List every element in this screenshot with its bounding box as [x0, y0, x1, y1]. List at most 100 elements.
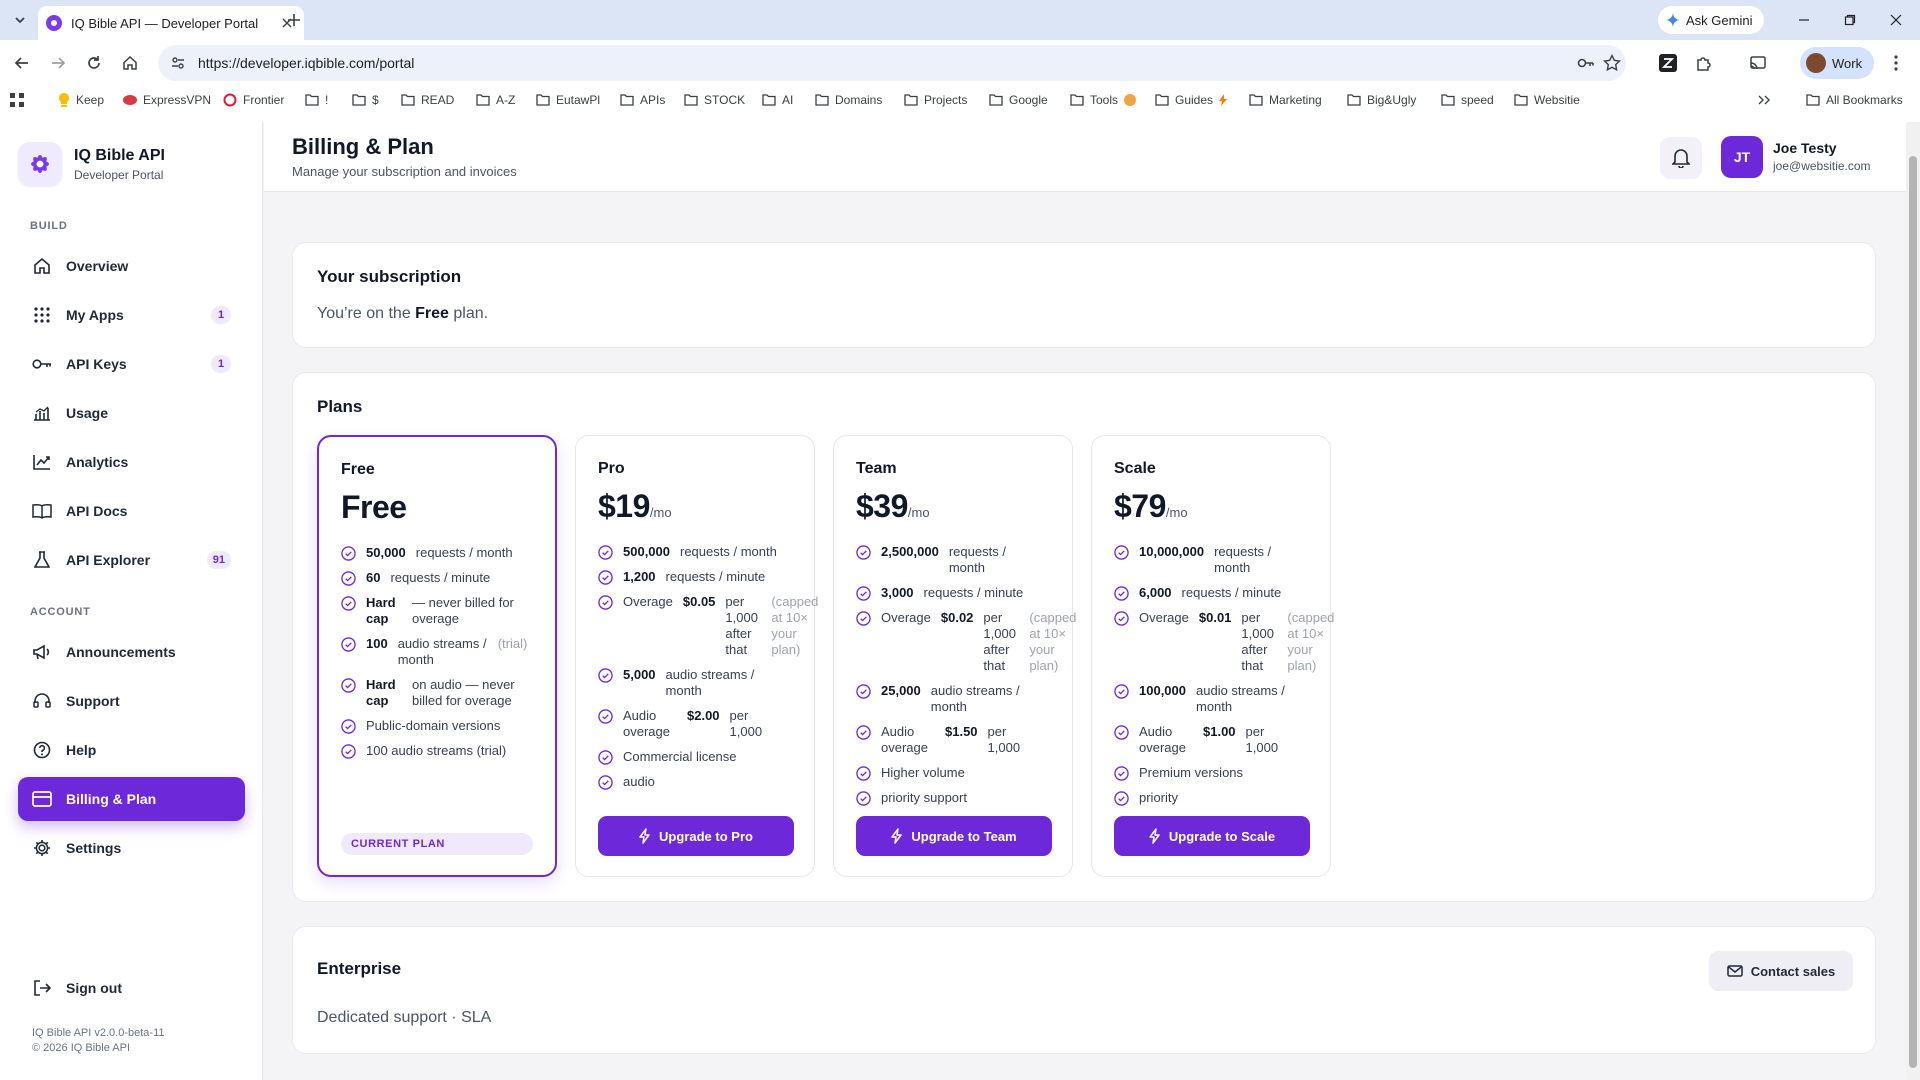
- home-icon[interactable]: [118, 51, 142, 75]
- folder-icon: [1155, 94, 1169, 106]
- bookmark-folder-read[interactable]: READ: [401, 91, 454, 109]
- bookmark-frontier[interactable]: Frontier: [223, 91, 284, 109]
- version-info: IQ Bible API v2.0.0-beta-11 © 2026 IQ Bi…: [32, 1026, 164, 1056]
- sign-out-button[interactable]: Sign out: [18, 966, 245, 1010]
- sidebar-item-announcements[interactable]: Announcements: [18, 630, 245, 674]
- folder-icon: [989, 94, 1003, 106]
- sidebar-item-support[interactable]: Support: [18, 679, 245, 723]
- current-plan-name: Free: [415, 305, 449, 322]
- notifications-bell-icon[interactable]: [1660, 137, 1702, 179]
- browser-tab[interactable]: IQ Bible API — Developer Portal: [38, 6, 304, 40]
- plan-feature: Hard cap on audio — never billed for over…: [341, 677, 551, 709]
- sidebar-item-api-keys[interactable]: API Keys 1: [18, 342, 245, 386]
- folder-icon: [1347, 94, 1361, 106]
- sidebar-item-my-apps[interactable]: My Apps 1: [18, 293, 245, 337]
- bookmark-expressvpn[interactable]: ExpressVPN: [123, 91, 211, 109]
- bookmark-folder-domains[interactable]: Domains: [815, 91, 882, 109]
- brand[interactable]: IQ Bible API Developer Portal: [18, 142, 165, 186]
- bookmark-folder-projects[interactable]: Projects: [904, 91, 967, 109]
- bookmark-folder-bigugly[interactable]: Big&Ugly: [1347, 91, 1416, 109]
- upgrade-to-pro-button[interactable]: Upgrade to Pro: [598, 816, 794, 856]
- folder-icon: [904, 94, 918, 106]
- restore-icon[interactable]: [1840, 10, 1860, 30]
- new-tab-plus-icon[interactable]: [282, 8, 306, 32]
- bookmarks-bar: Keep ExpressVPN Frontier ! $ READ A-Z Eu…: [0, 86, 1920, 114]
- folder-icon: [1441, 94, 1455, 106]
- plan-feature: priority: [1114, 790, 1324, 806]
- extensions-puzzle-icon[interactable]: [1692, 51, 1716, 75]
- address-bar[interactable]: https://developer.iqbible.com/portal: [158, 45, 1626, 81]
- folder-icon: [815, 94, 829, 106]
- bookmark-keep[interactable]: Keep: [58, 91, 104, 109]
- bookmark-folder-a-z[interactable]: A-Z: [476, 91, 515, 109]
- plan-feature: Audio overage $2.00 per 1,000: [598, 708, 808, 740]
- plan-feature: audio: [598, 774, 808, 790]
- z-extension-icon[interactable]: [1656, 51, 1680, 75]
- folder-icon: [1249, 94, 1263, 106]
- trend-icon: [32, 452, 52, 472]
- apps-grid-icon[interactable]: [10, 91, 24, 109]
- subscription-status-text: You’re on the Free plan.: [317, 305, 489, 322]
- plan-feature: priority support: [856, 790, 1066, 806]
- help-icon: [32, 740, 52, 760]
- folder-icon: [305, 94, 319, 106]
- tab-title: IQ Bible API — Developer Portal: [71, 15, 259, 31]
- upgrade-to-team-button[interactable]: Upgrade to Team: [856, 816, 1052, 856]
- bookmark-folder-tools[interactable]: Tools: [1070, 91, 1137, 109]
- plan-feature: 2,500,000 requests / month: [856, 544, 1066, 576]
- sidebar-item-billing-plan[interactable]: Billing & Plan: [18, 777, 245, 821]
- plan-feature: Overage $0.05 per 1,000 after that (capped …: [598, 594, 818, 658]
- bookmarks-overflow-chevron-icon[interactable]: [1758, 91, 1770, 109]
- bookmark-folder-stock[interactable]: STOCK: [684, 91, 745, 109]
- bookmark-folder-ai[interactable]: AI: [762, 91, 793, 109]
- upgrade-to-scale-button[interactable]: Upgrade to Scale: [1114, 816, 1310, 856]
- back-arrow-icon[interactable]: [10, 51, 34, 75]
- keep-icon: [59, 93, 69, 107]
- ask-gemini-button[interactable]: Ask Gemini: [1658, 6, 1765, 34]
- sidebar-item-api-explorer[interactable]: API Explorer 91: [18, 538, 245, 582]
- sidebar-item-usage[interactable]: Usage: [18, 391, 245, 435]
- enterprise-card: Enterprise Dedicated support · SLA Conta…: [292, 926, 1876, 1054]
- site-info-icon[interactable]: [170, 55, 186, 71]
- user-avatar[interactable]: JT: [1721, 136, 1763, 178]
- bookmark-folder-speed[interactable]: speed: [1441, 91, 1494, 109]
- bookmark-folder-dollar[interactable]: $: [352, 91, 379, 109]
- sidebar-item-analytics[interactable]: Analytics: [18, 440, 245, 484]
- sidebar-item-overview[interactable]: Overview: [18, 244, 245, 288]
- window-close-icon[interactable]: [1886, 10, 1906, 30]
- plan-feature: Public-domain versions: [341, 718, 551, 734]
- check-circle-icon: [598, 709, 613, 724]
- sidebar-item-settings[interactable]: Settings: [18, 826, 245, 870]
- bookmark-folder-websitie[interactable]: Websitie: [1514, 91, 1580, 109]
- bookmark-folder-marketing[interactable]: Marketing: [1249, 91, 1322, 109]
- bookmark-folder-google[interactable]: Google: [989, 91, 1048, 109]
- folder-icon: [1070, 94, 1084, 106]
- bookmark-folder-apis[interactable]: APIs: [620, 91, 665, 109]
- profile-chip[interactable]: Work: [1800, 47, 1875, 79]
- contact-sales-button[interactable]: Contact sales: [1709, 951, 1853, 991]
- sidebar-item-help[interactable]: Help: [18, 728, 245, 772]
- page-scrollbar[interactable]: [1906, 122, 1920, 1080]
- reload-icon[interactable]: [82, 51, 106, 75]
- folder-icon: [1806, 94, 1820, 106]
- bookmark-star-icon[interactable]: [1602, 53, 1622, 73]
- password-key-icon[interactable]: [1576, 53, 1596, 73]
- minimize-icon[interactable]: [1794, 10, 1814, 30]
- all-bookmarks-folder[interactable]: All Bookmarks: [1806, 91, 1903, 109]
- plan-feature: Overage $0.01 per 1,000 after that (capped …: [1114, 610, 1334, 674]
- browser-menu-icon[interactable]: [1884, 51, 1908, 75]
- sidebar: IQ Bible API Developer Portal BUILD Over…: [0, 122, 263, 1080]
- tab-search-chevron-icon[interactable]: [8, 8, 32, 32]
- bookmark-folder-eutawpl[interactable]: EutawPl: [536, 91, 600, 109]
- app-viewport: IQ Bible API Developer Portal BUILD Over…: [0, 122, 1920, 1080]
- bookmark-folder-guides[interactable]: Guides: [1155, 91, 1228, 109]
- profile-name: Work: [1832, 55, 1863, 71]
- scrollbar-thumb[interactable]: [1909, 156, 1917, 1068]
- plan-feature: Higher volume: [856, 765, 1066, 781]
- check-circle-icon: [856, 766, 871, 781]
- plan-card-free: Free Free 50,000 requests / month 60 reque…: [317, 435, 557, 877]
- bookmark-folder-exclaim[interactable]: !: [305, 91, 328, 109]
- forward-arrow-icon[interactable]: [46, 51, 70, 75]
- sidebar-item-api-docs[interactable]: API Docs: [18, 489, 245, 533]
- cast-icon[interactable]: [1746, 51, 1770, 75]
